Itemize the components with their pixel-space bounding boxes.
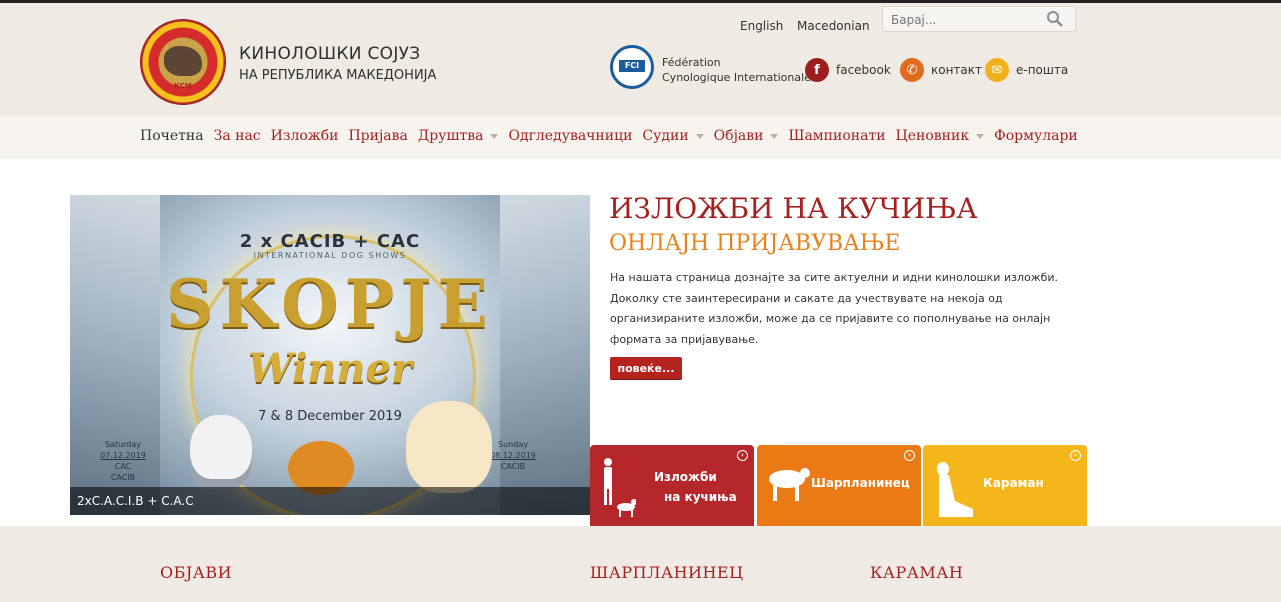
- fci-logo-text: FCI: [619, 60, 645, 72]
- nav-registration[interactable]: Пријава: [348, 128, 407, 144]
- sign-line1: CAC: [114, 462, 132, 471]
- tile-dog-shows-line1: Изложби: [654, 470, 717, 484]
- section-subheading: ОНЛАЈН ПРИЈАВУВАЊЕ: [609, 231, 901, 256]
- phone-icon: ✆: [900, 58, 924, 82]
- search-box: [882, 6, 1076, 32]
- nav-kennels[interactable]: Одгледувачници: [508, 128, 632, 144]
- nav-societies[interactable]: Друштва: [418, 128, 499, 144]
- contact-link[interactable]: ✆ контакт: [900, 58, 982, 82]
- sign-day: Saturday: [104, 440, 142, 449]
- search-icon[interactable]: [1046, 10, 1064, 28]
- banner-city: SKOPJE: [166, 265, 494, 343]
- nav-home[interactable]: Почетна: [140, 128, 204, 144]
- sitting-dog-icon: [937, 462, 973, 517]
- chevron-down-icon: [490, 133, 499, 139]
- footer-heading-announcements: ОБЈАВИ: [160, 563, 233, 582]
- fci-name-line1: Fédération: [662, 56, 721, 69]
- arrow-right-icon: ›: [904, 450, 915, 461]
- more-button[interactable]: повеќе...: [610, 357, 682, 379]
- fci-name-line2: Cynologique Internationale: [662, 71, 811, 84]
- tile-karaman[interactable]: › Караман: [923, 445, 1087, 526]
- nav-pricelist-label: Ценовник: [895, 128, 970, 144]
- sign-line2: CACIB: [110, 473, 136, 482]
- dog-emblem-icon: [164, 46, 202, 76]
- banner-top-title: 2 x CACIB + CAC: [239, 231, 421, 252]
- nav-about[interactable]: За нас: [214, 128, 261, 144]
- arrow-right-icon: ›: [1070, 450, 1081, 461]
- header: КСМ КИНОЛОШКИ СОЈУЗ НА РЕПУБЛИКА МАКЕДОН…: [0, 3, 1281, 116]
- facebook-label: facebook: [836, 63, 891, 77]
- banner-saturday-sign: Saturday 07.12.2019 CAC CACIB: [92, 439, 154, 483]
- lang-english-link[interactable]: English: [740, 19, 783, 33]
- retriever-image: [406, 401, 492, 493]
- nav-announcements-label: Објави: [713, 128, 764, 144]
- brand-subtitle[interactable]: НА РЕПУБЛИКА МАКЕДОНИЈА: [239, 69, 436, 83]
- email-link[interactable]: ✉ е-пошта: [985, 58, 1068, 82]
- husky-image: [190, 415, 252, 489]
- arrow-right-icon: ›: [737, 450, 748, 461]
- contact-label: контакт: [931, 63, 983, 77]
- nav-forms[interactable]: Формулари: [994, 128, 1078, 144]
- tile-sharplaninec[interactable]: › Шарпланинец: [757, 445, 921, 526]
- banner-caption: 2xC.A.C.I.B + C.A.C: [70, 487, 590, 515]
- fci-logo[interactable]: FCI: [610, 45, 654, 89]
- brand-title[interactable]: КИНОЛОШКИ СОЈУЗ: [239, 45, 421, 63]
- email-label: е-пошта: [1016, 63, 1069, 77]
- tile-karaman-label: Караман: [983, 476, 1044, 490]
- chevron-down-icon: [976, 133, 985, 139]
- fci-name[interactable]: Fédération Cynologique Internationale: [662, 55, 811, 85]
- chevron-down-icon: [695, 133, 704, 139]
- nav-announcements[interactable]: Објави: [714, 128, 779, 144]
- tile-sharplaninec-label: Шарпланинец: [811, 476, 910, 490]
- facebook-link[interactable]: f facebook: [805, 58, 891, 82]
- footer-heading-karaman: КАРАМАН: [870, 563, 964, 582]
- person-with-dog-icon: [604, 458, 636, 517]
- search-input[interactable]: [889, 10, 1043, 30]
- main-nav: Почетна За нас Изложби Пријава Друштва О…: [0, 116, 1281, 159]
- banner-winner: Winner: [247, 345, 413, 392]
- union-logo[interactable]: КСМ: [141, 20, 225, 104]
- sheepdog-icon: [769, 468, 810, 501]
- nav-judges-label: Судии: [642, 128, 689, 144]
- banner-date: 7 & 8 December 2019: [258, 409, 402, 424]
- section-heading: ИЗЛОЖБИ НА КУЧИЊА: [609, 192, 978, 225]
- sign-date: 07.12.2019: [100, 451, 146, 460]
- footer: ОБЈАВИ ШАРПЛАНИНЕЦ КАРАМАН: [0, 526, 1281, 602]
- banner-subtitle: INTERNATIONAL DOG SHOWS: [253, 251, 407, 260]
- nav-championships[interactable]: Шампионати: [788, 128, 885, 144]
- chevron-down-icon: [770, 133, 779, 139]
- nav-pricelist[interactable]: Ценовник: [896, 128, 985, 144]
- main-content: 2 x CACIB + CAC INTERNATIONAL DOG SHOWS …: [0, 159, 1281, 526]
- show-banner[interactable]: 2 x CACIB + CAC INTERNATIONAL DOG SHOWS …: [70, 195, 590, 515]
- nav-judges[interactable]: Судии: [642, 128, 704, 144]
- footer-heading-sharplaninec: ШАРПЛАНИНЕЦ: [590, 563, 744, 582]
- nav-societies-label: Друштва: [417, 128, 484, 144]
- logo-abbreviation: КСМ: [174, 82, 192, 90]
- facebook-icon: f: [805, 58, 829, 82]
- lang-macedonian-link[interactable]: Macedonian: [797, 19, 870, 33]
- nav-shows[interactable]: Изложби: [271, 128, 339, 144]
- tile-dog-shows[interactable]: › Изложби на кучиња: [590, 445, 754, 526]
- tile-dog-shows-line2: на кучиња: [664, 490, 737, 504]
- section-description: На нашата страница дознајте за сите акту…: [610, 271, 1059, 346]
- mail-icon: ✉: [985, 58, 1009, 82]
